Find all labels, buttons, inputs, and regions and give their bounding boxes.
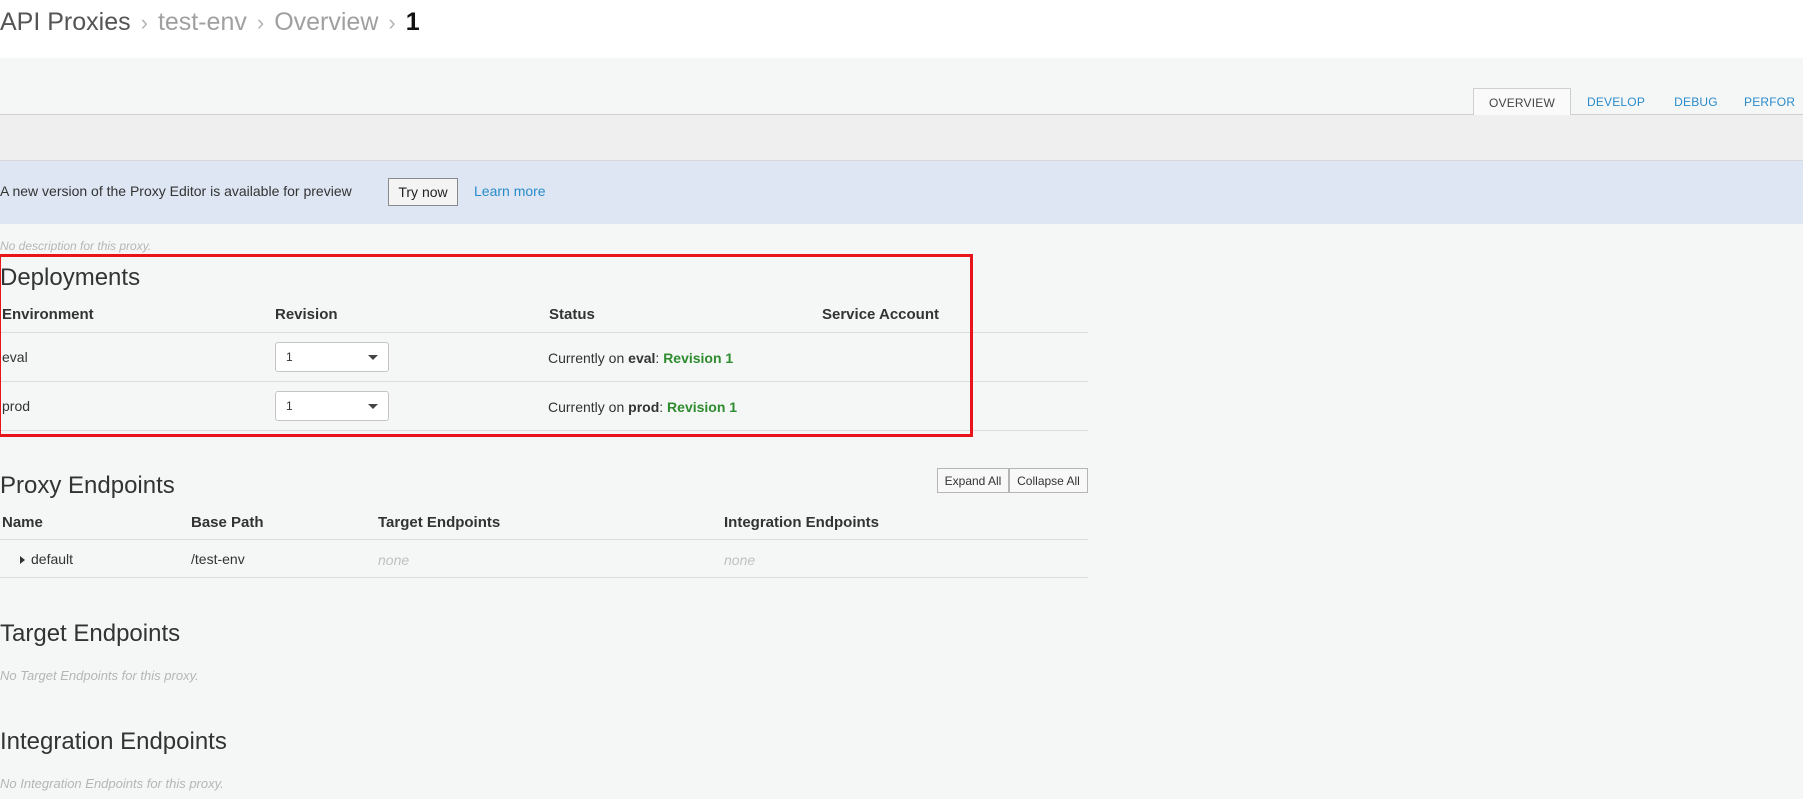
- collapse-all-button[interactable]: Collapse All: [1009, 468, 1088, 493]
- try-now-button[interactable]: Try now: [388, 178, 458, 206]
- target-endpoints-title: Target Endpoints: [0, 620, 181, 647]
- column-header-target-endpoints: Target Endpoints: [378, 514, 501, 531]
- endpoint-target: none: [378, 552, 410, 568]
- proxy-description: No description for this proxy.: [0, 239, 152, 253]
- tab-overview[interactable]: OVERVIEW: [1473, 88, 1571, 117]
- learn-more-link[interactable]: Learn more: [474, 183, 546, 199]
- endpoint-base-path: /test-env: [191, 551, 245, 567]
- endpoint-integration: none: [724, 552, 756, 568]
- breadcrumb: API Proxies › test-env › Overview › 1: [0, 8, 420, 37]
- proxy-endpoints-title: Proxy Endpoints: [0, 472, 175, 499]
- expand-all-button[interactable]: Expand All: [937, 468, 1009, 493]
- table-divider: [0, 539, 1088, 540]
- toolbar-area: [0, 115, 1803, 161]
- integration-endpoints-title: Integration Endpoints: [0, 728, 227, 755]
- highlight-annotation-box: [0, 254, 973, 437]
- table-divider: [0, 577, 1088, 578]
- preview-notice-text: A new version of the Proxy Editor is ava…: [0, 183, 352, 199]
- column-header-name: Name: [2, 514, 43, 531]
- integration-endpoints-empty: No Integration Endpoints for this proxy.: [0, 776, 224, 791]
- chevron-right-icon: ›: [140, 9, 148, 35]
- breadcrumb-revision: 1: [405, 8, 420, 36]
- endpoint-name-default[interactable]: default: [20, 551, 73, 567]
- breadcrumb-api-proxies[interactable]: API Proxies: [0, 8, 131, 37]
- tab-debug[interactable]: DEBUG: [1666, 88, 1726, 115]
- target-endpoints-empty: No Target Endpoints for this proxy.: [0, 668, 199, 683]
- tab-performance[interactable]: PERFOR: [1744, 88, 1803, 115]
- breadcrumb-environment[interactable]: test-env: [158, 8, 247, 37]
- column-header-base-path: Base Path: [191, 514, 264, 531]
- chevron-right-icon: ›: [256, 9, 265, 35]
- tab-develop[interactable]: DEVELOP: [1577, 88, 1655, 115]
- breadcrumb-bar: API Proxies › test-env › Overview › 1: [0, 0, 1803, 59]
- column-header-integration-endpoints: Integration Endpoints: [724, 514, 879, 531]
- breadcrumb-overview[interactable]: Overview: [274, 8, 378, 37]
- expand-triangle-icon[interactable]: [20, 556, 25, 565]
- chevron-right-icon: ›: [388, 9, 396, 35]
